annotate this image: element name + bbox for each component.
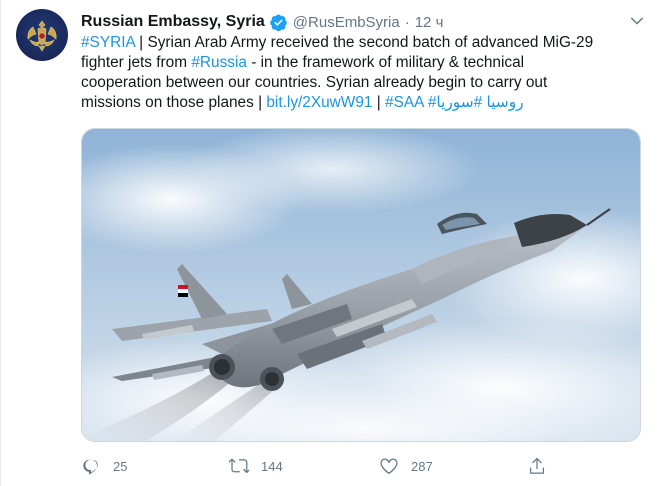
header-separator: · bbox=[404, 13, 410, 31]
tweet-text: #SYRIA | Syrian Arab Army received the s… bbox=[81, 33, 641, 113]
reply-count: 25 bbox=[113, 458, 128, 474]
tweet-text-segment: | bbox=[372, 94, 386, 111]
chevron-down-icon[interactable] bbox=[628, 12, 646, 30]
short-url-link[interactable]: bit.ly/2XuwW91 bbox=[266, 94, 372, 111]
like-count: 287 bbox=[411, 458, 433, 474]
tweet-media-photo[interactable] bbox=[81, 128, 641, 442]
tweet-text-segment: fighter jets from bbox=[81, 54, 192, 71]
tweet-actions: 25 144 287 bbox=[81, 454, 561, 478]
tweet-text-line-3: cooperation between our countries. Syria… bbox=[81, 74, 548, 91]
user-handle[interactable]: @RusEmbSyria bbox=[293, 14, 400, 31]
retweet-button[interactable]: 144 bbox=[229, 454, 283, 478]
like-button[interactable]: 287 bbox=[379, 454, 433, 478]
share-icon bbox=[529, 457, 545, 474]
tweet-text-line-1: #SYRIA | Syrian Arab Army received the s… bbox=[81, 33, 641, 53]
hashtag-saa-link[interactable]: #SAA bbox=[385, 94, 424, 111]
avatar[interactable] bbox=[16, 9, 68, 61]
tweet-card[interactable]: Russian Embassy, Syria @RusEmbSyria · 12… bbox=[0, 0, 660, 486]
retweet-icon bbox=[229, 458, 249, 474]
embassy-emblem-icon bbox=[27, 20, 57, 52]
reply-icon bbox=[83, 459, 98, 475]
display-name[interactable]: Russian Embassy, Syria bbox=[81, 13, 265, 31]
reply-button[interactable]: 25 bbox=[81, 454, 127, 478]
tweet-text-segment: | Syrian Arab Army received the second b… bbox=[134, 34, 594, 51]
mig29-fighter-jet-photo-icon bbox=[82, 129, 640, 441]
tweet-text-line-2: fighter jets from #Russia - in the frame… bbox=[81, 53, 641, 73]
retweet-count: 144 bbox=[261, 458, 283, 474]
share-button[interactable] bbox=[527, 454, 559, 478]
tweet-text-line-4: missions on those planes | bit.ly/2XuwW9… bbox=[81, 93, 641, 113]
tweet-timestamp[interactable]: 12 ч bbox=[415, 14, 444, 31]
hashtag-russia-link[interactable]: #Russia bbox=[191, 54, 247, 71]
verified-badge-icon bbox=[269, 14, 287, 31]
heart-icon bbox=[380, 458, 398, 475]
tweet-text-segment: - in the framework of military & technic… bbox=[246, 54, 525, 71]
tweet-header: Russian Embassy, Syria @RusEmbSyria · 12… bbox=[81, 10, 648, 34]
hashtag-arabic-syria-link[interactable]: #سوريا bbox=[436, 94, 482, 111]
tweet-text-segment: missions on those planes | bbox=[81, 94, 267, 111]
hashtag-syria-link[interactable]: #SYRIA bbox=[81, 34, 135, 51]
